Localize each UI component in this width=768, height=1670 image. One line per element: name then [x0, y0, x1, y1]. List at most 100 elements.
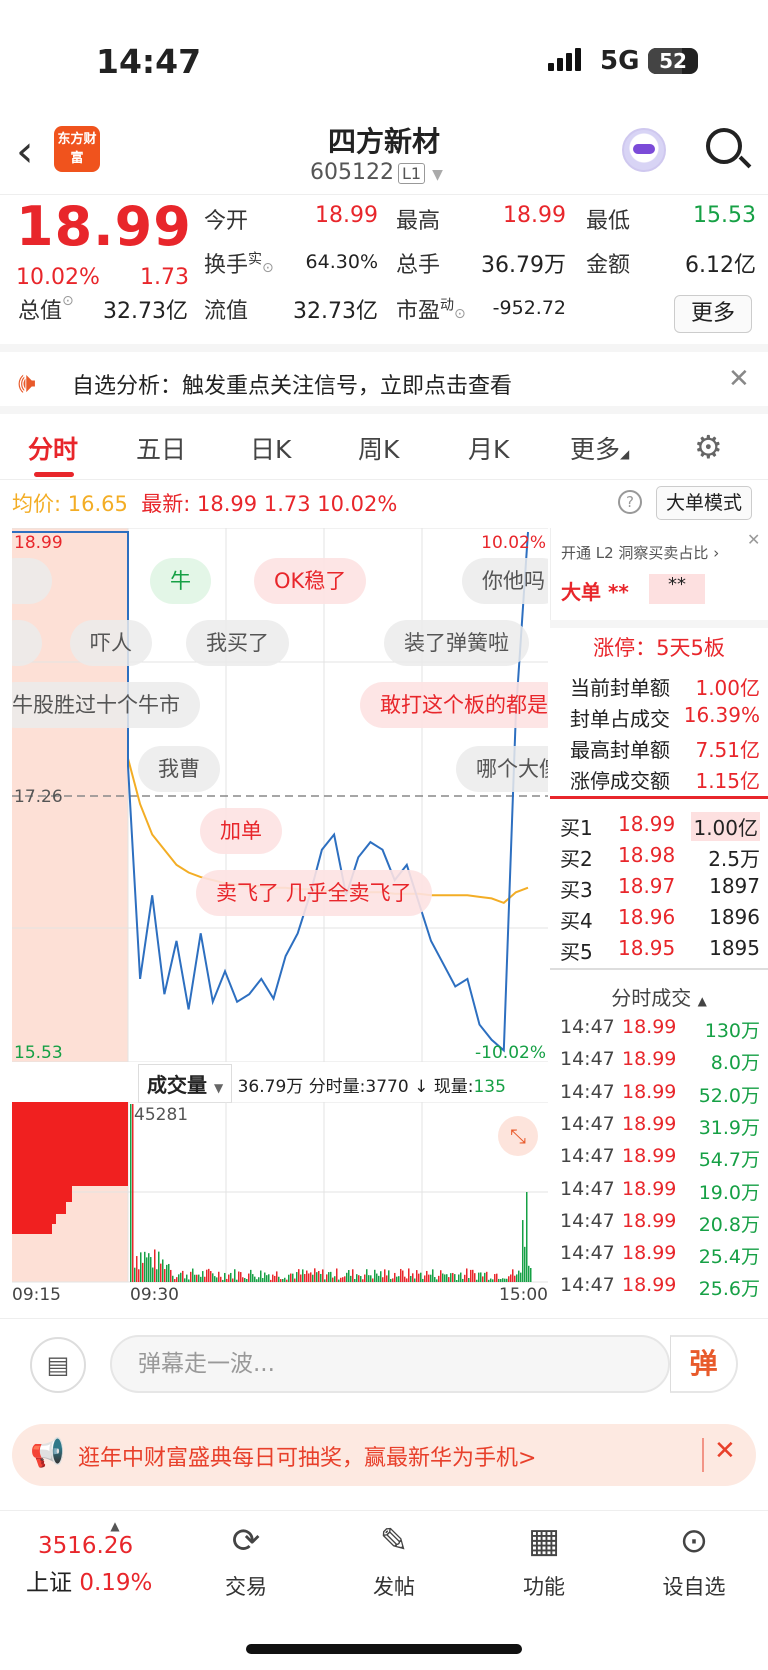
volume-bar [380, 1271, 382, 1282]
stat-value: 1.00亿 [695, 676, 760, 700]
volume-bar [162, 1259, 164, 1282]
intraday-chart[interactable]: 18.99 17.26 15.53 10.02% -10.02% [12, 528, 548, 1062]
volume-bar [496, 1273, 498, 1282]
volume-bar [340, 1277, 342, 1282]
volume-bar [238, 1271, 240, 1282]
promo-banner[interactable]: 📢 逛年中财富盛典每日可抽奖，赢最新华为手机> ✕ [12, 1424, 756, 1486]
tab-daily-k[interactable]: 日K [250, 430, 291, 466]
volume-bar [152, 1267, 154, 1282]
turnover-value: 64.30% [305, 251, 378, 273]
volume-bar [254, 1276, 256, 1282]
gear-icon[interactable]: ⚙ [694, 428, 723, 466]
volume-selector[interactable]: 成交量 ▼ [138, 1064, 233, 1103]
analysis-notice[interactable]: 🕪 自选分析：触发重点关注信号，立即点击查看 ✕ [0, 344, 768, 414]
search-icon[interactable] [706, 128, 742, 164]
y-high-label: 18.99 [14, 533, 63, 553]
nav-functions[interactable]: ▦ 功能 [484, 1521, 604, 1601]
nav-trade-label: 交易 [225, 1575, 267, 1599]
divider [550, 968, 768, 970]
big-order-mode-button[interactable]: 大单模式 [656, 486, 752, 520]
low-label: 最低 [586, 209, 631, 234]
volume-bar [368, 1275, 370, 1282]
danmu-settings-icon[interactable]: ▤ [30, 1337, 86, 1393]
volume-total: 36.79万 [237, 1077, 304, 1097]
time-label-start: 09:15 [12, 1285, 61, 1302]
banner-text: 逛年中财富盛典每日可抽奖，赢最新华为手机> [78, 1446, 537, 1471]
volume-bar [346, 1272, 348, 1282]
volume-bar [512, 1269, 514, 1282]
volume-bar [530, 1267, 532, 1282]
more-dots-icon: ⊙ [679, 1521, 709, 1561]
home-indicator[interactable] [246, 1644, 522, 1654]
pe-sup: 动 [440, 297, 455, 314]
assistant-robot-icon[interactable] [622, 128, 666, 172]
volume-bar [522, 1220, 524, 1282]
trade-time: 14:47 [560, 1177, 615, 1200]
chevron-down-icon: ▼ [213, 1081, 224, 1095]
help-icon[interactable]: ? [618, 490, 642, 514]
tab-more[interactable]: 更多◢ [570, 430, 629, 466]
trade-time: 14:47 [560, 1112, 615, 1135]
index-ticker[interactable]: ▲ 3516.26 上证 0.19% [20, 1519, 170, 1597]
close-icon[interactable]: ✕ [747, 530, 760, 549]
volume-bar [224, 1272, 226, 1282]
volume-bar [212, 1273, 214, 1282]
trade-qty: 20.8万 [698, 1213, 760, 1236]
volume-bar [192, 1268, 194, 1282]
volume-value: 36.79万 [481, 253, 566, 278]
float-value: 32.73亿 [293, 299, 378, 324]
avg-label: 均价: [12, 492, 62, 516]
level2-side-panel: 开通 L2 洞察买卖占比 › ✕ 大单 ** ** 涨停：5天5板 当前封单额 1… [550, 528, 768, 1308]
tab-weekly-k[interactable]: 周K [358, 430, 399, 466]
nav-trade[interactable]: ⟳ 交易 [186, 1521, 306, 1601]
volume-bar [486, 1271, 488, 1282]
volume-bar [408, 1268, 410, 1282]
l2-promo[interactable]: 开通 L2 洞察买卖占比 › ✕ 大单 ** ** [550, 528, 768, 620]
volume-bar [286, 1279, 288, 1282]
nav-add-watchlist[interactable]: ⊙ 设自选 [634, 1521, 754, 1601]
trades-title[interactable]: 分时成交 ▲ [550, 982, 768, 1011]
volume-bar [176, 1277, 178, 1282]
volume-bar [218, 1271, 220, 1282]
volume-bar [226, 1278, 228, 1282]
big-order-label: 大单 ** [561, 576, 629, 605]
volume-bars [130, 1104, 532, 1282]
volume-bar [172, 1275, 174, 1282]
volume-bar [190, 1271, 192, 1282]
trades-title-text: 分时成交 [611, 986, 692, 1010]
volume-bar [202, 1271, 204, 1282]
info-icon[interactable]: ⊙ [262, 260, 274, 276]
minute-vol: 3770 [365, 1077, 409, 1097]
info-icon[interactable]: ⊙ [62, 293, 74, 309]
danmu-toggle-button[interactable]: 弹 [670, 1335, 738, 1393]
tab-monthly-k[interactable]: 月K [468, 430, 509, 466]
volume-chart[interactable]: 45281 ⤡ 09:15 09:30 15:00 [12, 1102, 548, 1302]
volume-bar [462, 1278, 464, 1282]
volume-bar [252, 1274, 254, 1282]
volume-bar [404, 1276, 406, 1282]
volume-bar [158, 1251, 160, 1282]
expand-arrows: ⤡ [510, 1124, 526, 1148]
info-icon[interactable]: ⊙ [454, 306, 466, 322]
volume-bar [148, 1253, 150, 1282]
battery-icon: 52 [648, 48, 698, 74]
close-icon[interactable]: ✕ [714, 1436, 736, 1466]
stat-label: 封单占成交 [570, 707, 670, 731]
volume-bar [440, 1270, 442, 1282]
pe-label: 市盈动⊙ [396, 293, 466, 325]
volume-bar [144, 1251, 146, 1282]
more-button[interactable]: 更多 [674, 295, 752, 333]
stock-code-selector[interactable]: 605122 L1 ▼ [310, 160, 443, 185]
volume-bar [518, 1270, 520, 1282]
volume-bar [214, 1276, 216, 1282]
trade-qty: 54.7万 [698, 1149, 760, 1172]
volume-bar [236, 1279, 238, 1282]
tab-intraday[interactable]: 分时 [28, 430, 78, 466]
tab-five-day[interactable]: 五日 [136, 430, 186, 466]
volume-bar [358, 1275, 360, 1282]
close-icon[interactable]: ✕ [728, 364, 750, 394]
volume-bar [292, 1273, 294, 1282]
nav-post[interactable]: ✎ 发帖 [334, 1521, 454, 1601]
volume-bar [414, 1278, 416, 1282]
danmu-input[interactable]: 弹幕走一波... [110, 1335, 670, 1393]
